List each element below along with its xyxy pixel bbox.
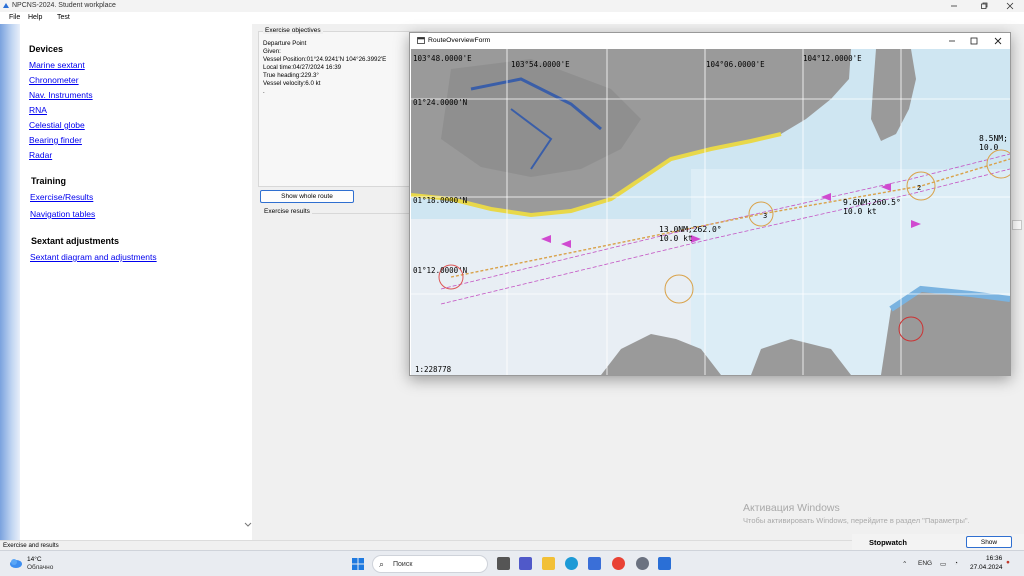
activation-subtitle: Чтобы активировать Windows, перейдите в … [743,516,970,525]
file-explorer-icon[interactable] [542,557,555,570]
show-whole-route-button[interactable]: Show whole route [260,190,354,203]
objective-line: . [263,88,265,95]
monitor-icon[interactable]: ▭ [940,560,946,568]
objective-line: Vessel velocity:6.0 kt [263,80,321,87]
leg-3-speed: 10.0 [979,143,998,152]
search-icon: ⌕ [379,559,385,569]
title-bar: NPCNS-2024. Student workplace [0,0,1024,12]
objective-line: Given: [263,48,281,55]
notification-icon[interactable]: ● [1006,559,1010,566]
leg-2-distance: 9.6NM;260.5° [843,198,901,207]
stopwatch-panel: Stopwatch Show [852,534,1024,550]
lat-label: 01°24.0000'N [413,98,467,107]
clock-date[interactable]: 27.04.2024 [970,564,1003,571]
link-sextant-diagram[interactable]: Sextant diagram and adjustments [30,252,157,262]
menu-file[interactable]: File [9,14,20,21]
route-close-button[interactable] [986,33,1010,49]
route-maximize-button[interactable] [962,33,986,49]
exercise-objectives-label: Exercise objectives [263,27,323,34]
app-icon [3,3,9,8]
windows-start-icon[interactable] [352,558,364,570]
objective-line: Vessel Position:01°24.9241'N 104°26.3992… [263,56,387,63]
exercise-results-label: Exercise results [264,208,310,215]
tray-chevron-icon[interactable]: ⌃ [902,560,907,568]
side-control[interactable] [1012,220,1022,230]
waypoint-3-label: 3 [763,212,767,220]
weather-condition[interactable]: Облачно [27,564,53,571]
language-indicator[interactable]: ENG [918,560,932,567]
minimize-icon [951,5,957,7]
objective-line: True heading:229.3° [263,72,319,79]
link-rna[interactable]: RNA [29,105,47,115]
objective-line: Departure Point [263,40,307,47]
edge-icon[interactable] [565,557,578,570]
link-bearing-finder[interactable]: Bearing finder [29,135,82,145]
left-accent-strip [0,24,20,540]
scroll-down-icon[interactable] [244,522,252,528]
close-button[interactable] [996,0,1024,12]
stopwatch-show-button[interactable]: Show [966,536,1012,548]
chrome-icon[interactable] [612,557,625,570]
teams-icon[interactable] [519,557,532,570]
close-icon [1006,2,1014,10]
link-marine-sextant[interactable]: Marine sextant [29,60,85,70]
task-view-icon[interactable] [497,557,510,570]
lat-label: 01°18.0000'N [413,196,467,205]
nautical-chart[interactable]: 103°48.0000'E 103°54.0000'E 104°06.0000'… [411,49,1010,375]
lon-label: 104°06.0000'E [706,60,765,69]
leg-1-distance: 13.0NM;262.0° [659,225,722,234]
maximize-button[interactable] [970,0,998,12]
menu-test[interactable]: Test [57,14,70,21]
leg-2-speed: 10.0 kt [843,207,877,216]
route-window-titlebar: RouteOverviewForm [410,33,1010,49]
taskbar-search[interactable]: ⌕ Поиск [372,555,488,573]
restore-icon [981,2,988,9]
route-overview-window: RouteOverviewForm 103°48.0000'E 103°54.0… [409,32,1011,376]
form-icon [417,37,425,44]
results-divider [312,213,412,214]
volume-icon[interactable]: ◔ [954,560,958,567]
menu-bar: File Help Test [0,12,1024,24]
store-icon[interactable] [588,557,601,570]
link-chronometer[interactable]: Chronometer [29,75,79,85]
search-placeholder: Поиск [393,561,413,568]
status-text: Exercise and results [3,542,59,549]
settings-icon[interactable] [636,557,649,570]
cloud-icon[interactable] [9,557,23,569]
objective-line: Local time:04/27/2024 16:39 [263,64,342,71]
link-nav-instruments[interactable]: Nav. Instruments [29,90,93,100]
lon-label: 103°54.0000'E [511,60,570,69]
maximize-icon [970,37,978,45]
activation-title: Активация Windows [743,502,840,514]
weather-temperature[interactable]: 14°C [27,556,42,563]
link-radar[interactable]: Radar [29,150,52,160]
lon-label: 104°12.0000'E [803,54,862,63]
leg-3-distance: 8.5NM; [979,134,1008,143]
lon-label: 103°48.0000'E [413,54,472,63]
taskbar: 14°C Облачно ⌕ Поиск ⌃ ENG ▭ ◔ 16:36 27.… [0,550,1024,576]
link-exercise-results[interactable]: Exercise/Results [30,192,93,202]
training-heading: Training [31,176,67,186]
window-title: NPCNS-2024. Student workplace [12,2,116,9]
exercise-objectives-group: Exercise objectives Departure Point Give… [258,27,428,187]
waypoint-2-label: 2 [917,184,921,192]
stopwatch-label: Stopwatch [869,538,907,547]
minimize-button[interactable] [940,0,968,12]
devices-heading: Devices [29,44,64,54]
menu-help[interactable]: Help [28,14,42,21]
route-window-title: RouteOverviewForm [428,37,491,44]
chart-scale: 1:228778 [415,365,452,374]
minimize-icon [949,40,955,42]
clock-time[interactable]: 16:36 [986,555,1002,562]
leg-1-speed: 10.0 kt [659,234,693,243]
link-celestial-globe[interactable]: Celestial globe [29,120,85,130]
close-icon [994,37,1002,45]
sextant-heading: Sextant adjustments [31,236,120,246]
lat-label: 01°12.0000'N [413,266,467,275]
route-minimize-button[interactable] [940,33,964,49]
navigation-panel: Devices Marine sextant Chronometer Nav. … [20,24,252,540]
link-navigation-tables[interactable]: Navigation tables [30,209,95,219]
npcns-app-icon[interactable] [658,557,671,570]
